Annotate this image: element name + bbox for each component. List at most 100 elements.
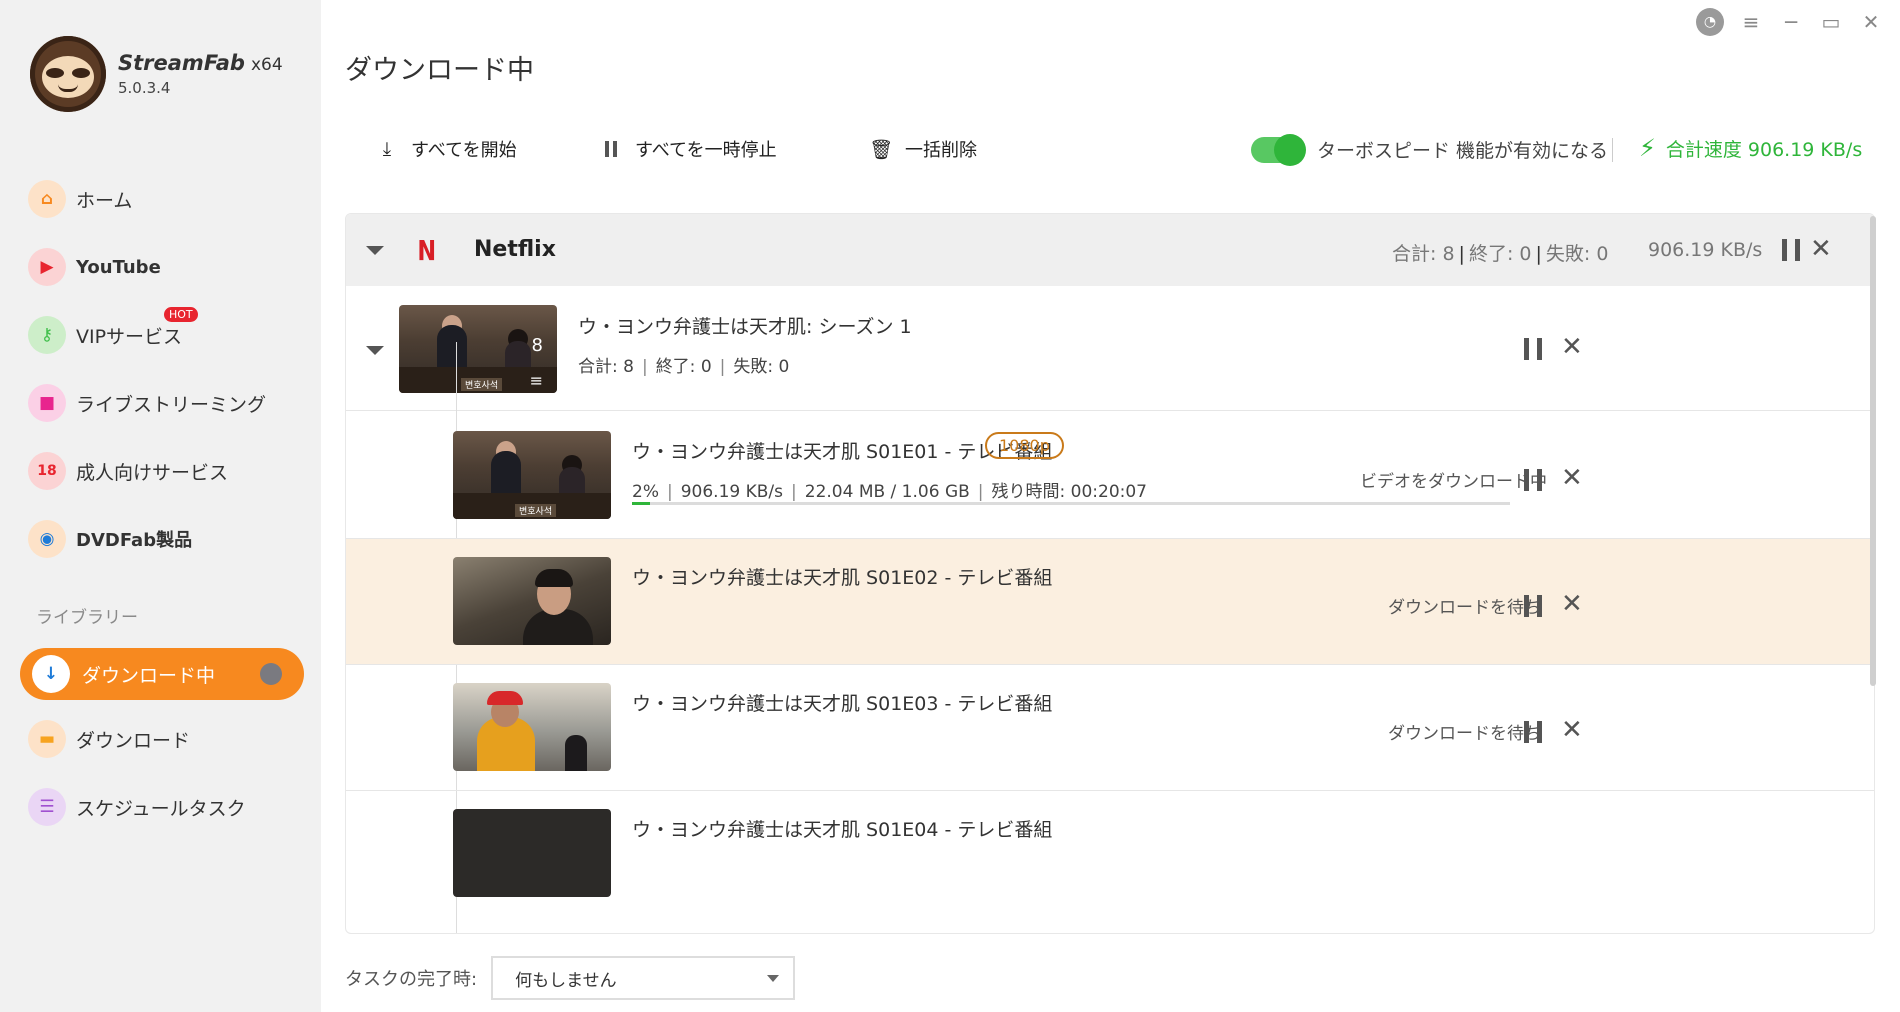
window-controls: ◔ ≡ ─ ▭ ✕ <box>1696 8 1884 36</box>
sidebar-item-label: ホーム <box>76 189 133 212</box>
group-header: N Netflix 合計: 8 | 終了: 0 | 失敗: 0 906.19 KB/s … <box>346 214 1874 286</box>
completion-bar: タスクの完了時: 何もしません <box>345 956 796 1000</box>
close-window-icon[interactable]: ✕ <box>1858 9 1884 35</box>
delete-all-label: 一括削除 <box>905 140 977 161</box>
start-all-label: すべてを開始 <box>411 140 517 161</box>
resolution-badge: 1080p <box>985 432 1064 459</box>
library-section-label: ライブラリー <box>36 608 138 628</box>
episode-speed: 906.19 KB/s <box>680 482 784 502</box>
progress-fill <box>632 502 650 505</box>
season-row: 변호사석 8 ≡ ウ・ヨンウ弁護士は天才肌: シーズン 1 合計: 8 | 終了: … <box>346 286 1874 411</box>
app-name: StreamFab <box>118 51 245 75</box>
pause-all-button[interactable]: すべてを一時停止 <box>599 136 777 162</box>
toolbar-divider <box>1612 138 1613 162</box>
season-title: ウ・ヨンウ弁護士は天才肌: シーズン 1 <box>578 316 912 338</box>
total-speed: ⚡ 合計速度 906.19 KB/s <box>1639 134 1862 162</box>
sidebar-item-vip[interactable]: ⚷ VIPサービス HOT <box>28 307 198 357</box>
episode-title: ウ・ヨンウ弁護士は天才肌 S01E03 - テレビ番組 <box>632 693 1053 715</box>
sidebar-item-youtube[interactable]: ▶ YouTube <box>28 245 161 289</box>
episode-close-button[interactable]: ✕ <box>1561 591 1583 617</box>
group-name: Netflix <box>474 237 556 262</box>
app-version: 5.0.3.4 <box>118 79 171 97</box>
home-icon: ⌂ <box>28 180 66 218</box>
sidebar-item-downloading[interactable]: ↓ ダウンロード中 <box>20 648 304 700</box>
sidebar-item-label: ダウンロード中 <box>82 664 216 687</box>
sidebar-item-live[interactable]: ■ ライブストリーミング <box>28 381 266 425</box>
collapse-caret-icon[interactable] <box>366 246 384 255</box>
minimize-icon[interactable]: ─ <box>1778 9 1804 35</box>
thumb-caption: 변호사석 <box>461 378 503 391</box>
season-stats: 合計: 8 | 終了: 0 | 失敗: 0 <box>578 357 790 377</box>
episode-close-button[interactable]: ✕ <box>1561 717 1583 743</box>
group-stats: 合計: 8 | 終了: 0 | 失敗: 0 <box>1392 243 1609 265</box>
brand: StreamFab x64 5.0.3.4 <box>30 36 283 112</box>
app-arch: x64 <box>250 55 283 75</box>
delete-all-button[interactable]: 🗑 一括削除 <box>869 136 977 162</box>
season-close-button[interactable]: ✕ <box>1561 334 1583 360</box>
episode-thumbnail <box>453 557 611 645</box>
episode-title: ウ・ヨンウ弁護士は天才肌 S01E02 - テレビ番組 <box>632 567 1053 589</box>
streamfab-logo-icon <box>30 36 106 112</box>
episode-pause-button[interactable] <box>1524 595 1542 617</box>
group-fail: 失敗: 0 <box>1545 243 1609 265</box>
activity-dot <box>260 663 282 685</box>
episode-progress-stats: 2% | 906.19 KB/s | 22.04 MB / 1.06 GB | 残り時間: … <box>632 482 1147 502</box>
sidebar-item-home[interactable]: ⌂ ホーム <box>28 177 132 221</box>
chevron-down-icon <box>767 974 780 982</box>
season-fail: 失敗: 0 <box>733 357 790 377</box>
sidebar-item-label: DVDFab製品 <box>76 530 193 551</box>
download-arrow-icon: ⤓ <box>382 138 392 160</box>
youtube-icon: ▶ <box>28 248 66 286</box>
episode-row: 변호사석 ウ・ヨンウ弁護士は天才肌 S01E01 - テレビ番組 1080p 2… <box>346 411 1874 539</box>
group-total: 合計: 8 <box>1392 243 1455 265</box>
sidebar-item-label: ライブストリーミング <box>76 393 267 416</box>
episode-close-button[interactable]: ✕ <box>1561 465 1583 491</box>
group-pause-button[interactable] <box>1782 239 1800 261</box>
toggle-switch[interactable] <box>1251 133 1306 166</box>
main-content: ◔ ≡ ─ ▭ ✕ ダウンロード中 ⤓ すべてを開始 すべてを一時停止 🗑 一括… <box>321 0 1900 1012</box>
scrollbar[interactable] <box>1870 216 1876 686</box>
episode-title: ウ・ヨンウ弁護士は天才肌 S01E04 - テレビ番組 <box>632 819 1053 841</box>
sidebar-item-schedule[interactable]: ☰ スケジュールタスク <box>28 785 246 829</box>
sidebar-item-label: スケジュールタスク <box>76 797 246 820</box>
season-caret-icon[interactable] <box>366 346 384 355</box>
season-total: 合計: 8 <box>578 357 634 377</box>
episode-row: ウ・ヨンウ弁護士は天才肌 S01E03 - テレビ番組 ダウンロードを待ち ✕ <box>346 665 1874 791</box>
list-icon: ≡ <box>529 371 543 390</box>
folder-icon: ▬ <box>28 720 66 758</box>
menu-icon[interactable]: ≡ <box>1738 9 1764 35</box>
start-all-button[interactable]: ⤓ すべてを開始 <box>375 136 517 162</box>
sidebar: StreamFab x64 5.0.3.4 ⌂ ホーム ▶ YouTube ⚷ V… <box>0 0 321 1012</box>
hot-badge: HOT <box>164 307 198 322</box>
netflix-logo-icon: N <box>417 234 437 267</box>
trash-icon: 🗑 <box>868 138 894 161</box>
dvdfab-icon: ◉ <box>28 520 66 558</box>
episode-status: ダウンロードを待ち <box>1388 598 1541 618</box>
maximize-icon[interactable]: ▭ <box>1818 9 1844 35</box>
progress-bar <box>632 502 1510 505</box>
sidebar-item-dvdfab[interactable]: ◉ DVDFab製品 <box>28 517 192 561</box>
group-done: 終了: 0 <box>1468 243 1532 265</box>
thumb-caption: 변호사석 <box>515 504 557 517</box>
toolbar: ⤓ すべてを開始 すべてを一時停止 🗑 一括削除 ターボスピード 機能が有効にな… <box>321 128 1900 172</box>
group-speed: 906.19 KB/s <box>1648 239 1763 261</box>
camera-icon: ■ <box>28 384 66 422</box>
episode-pause-button[interactable] <box>1524 721 1542 743</box>
episode-row: ウ・ヨンウ弁護士は天才肌 S01E02 - テレビ番組 ダウンロードを待ち ✕ <box>346 539 1874 665</box>
progress-percent: 2% <box>632 482 659 502</box>
group-close-button[interactable]: ✕ <box>1810 236 1832 262</box>
episode-status: ビデオをダウンロード中 <box>1360 472 1547 492</box>
download-group-panel: N Netflix 合計: 8 | 終了: 0 | 失敗: 0 906.19 KB/s … <box>345 213 1875 934</box>
key-icon: ⚷ <box>28 316 66 354</box>
account-icon[interactable]: ◔ <box>1696 8 1724 36</box>
episode-pause-button[interactable] <box>1524 469 1542 491</box>
completion-action-select[interactable]: 何もしません <box>491 956 796 1000</box>
download-icon: ↓ <box>32 655 70 693</box>
sidebar-item-downloaded[interactable]: ▬ ダウンロード <box>28 717 190 761</box>
time-remaining: 残り時間: 00:20:07 <box>991 482 1147 502</box>
page-title: ダウンロード中 <box>345 55 534 86</box>
season-pause-button[interactable] <box>1524 338 1542 360</box>
sidebar-item-label: VIPサービス <box>76 325 183 348</box>
sidebar-item-adult[interactable]: 18 成人向けサービス <box>28 449 228 493</box>
turbo-speed-toggle[interactable]: ターボスピード 機能が有効になる <box>1251 133 1608 166</box>
